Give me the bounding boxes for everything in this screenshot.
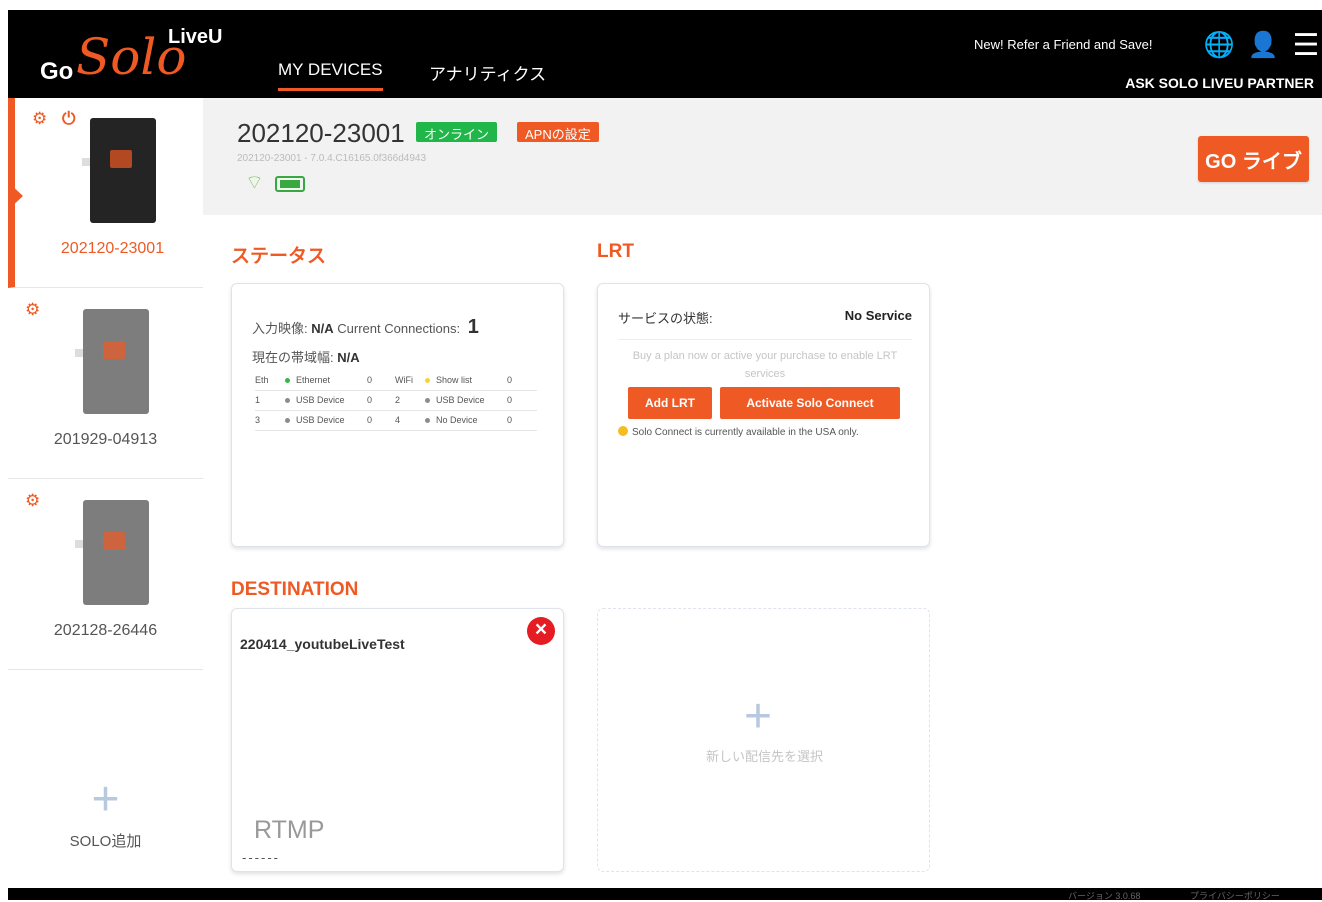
interface-name: USB Device [285,410,367,431]
destination-card[interactable]: 220414_youtubeLiveTest × RTMP ------ [231,608,564,872]
remove-destination-icon[interactable]: × [527,617,555,645]
add-solo-button[interactable]: + SOLO追加 [8,776,203,851]
page-footer: バージョン 3.0.68 プライバシーポリシー [8,888,1322,902]
status-section-title: ステータス [231,246,327,267]
table-row: 1 USB Device 0 2 USB Device 0 [255,390,537,411]
tab-my-devices[interactable]: MY DEVICES [278,60,383,91]
service-status-row: サービスの状態: No Service [618,308,912,327]
selected-device-title: 202120-23001 [237,118,405,148]
input-value: N/A [311,321,334,336]
new-destination-label: 新しい配信先を選択 [705,749,823,764]
table-row: Eth Ethernet 0 WiFi Show list 0 [255,370,537,391]
device-id: 202128-26446 [53,622,158,639]
interface-value: 0 [367,410,395,431]
interface-value: 0 [507,390,537,411]
bandwidth-value: N/A [337,350,360,365]
bandwidth-row: 現在の帯域幅: N/A [252,347,360,366]
logo-go-text: Go [40,58,74,85]
interface-name: USB Device [285,390,367,411]
device-status-icons: ⚙ [25,491,46,510]
selected-device-header: 202120-23001 オンライン APNの設定 202120-23001 -… [203,98,1322,215]
interface-key: WiFi [395,370,425,391]
divider [618,339,912,340]
device-id: 201929-04913 [53,431,158,448]
hamburger-menu-icon[interactable]: ☰ [1291,29,1321,62]
bandwidth-label: 現在の帯域幅: [252,350,334,365]
device-item-202128-26446[interactable]: ⚙ 202128-26446 [8,480,203,670]
interface-name: USB Device [425,390,507,411]
interface-key: 3 [255,410,285,431]
destination-protocol: RTMP [254,816,325,844]
device-item-201929-04913[interactable]: ⚙ 201929-04913 [8,289,203,479]
device-detail-panel: 202120-23001 オンライン APNの設定 202120-23001 -… [203,98,1322,888]
activate-solo-connect-button[interactable]: Activate Solo Connect [720,387,900,419]
lrt-help-text: Buy a plan now or active your purchase t… [632,350,898,380]
top-navigation-bar: Go Solo LiveU MY DEVICES アナリティクス New! Re… [8,10,1322,98]
battery-icon [275,176,305,192]
destination-name: 220414_youtubeLiveTest [240,636,405,652]
lrt-section-title: LRT [597,241,634,262]
device-status-icons: ⚙ [25,300,46,319]
gosolo-liveu-logo[interactable]: Go Solo LiveU [38,24,228,92]
refer-friend-link[interactable]: New! Refer a Friend and Save! [974,37,1152,52]
device-item-202120-23001[interactable]: ⚙ ⏻ 202120-23001 [8,98,203,288]
go-live-button[interactable]: GO ライブ [1198,136,1309,182]
plus-icon: + [91,773,120,826]
interface-value: 0 [507,410,537,431]
destination-status-dashes: ------ [242,850,280,865]
add-solo-label: SOLO追加 [69,833,142,850]
solo-device-image [82,118,156,223]
interface-name: Ethernet [285,370,367,391]
device-version-subtitle: 202120-23001 - 7.0.4.C16165.0f366d4943 [237,153,427,164]
wifi-show-list-link[interactable]: Show list [425,370,507,391]
interface-name: No Device [425,410,507,431]
interface-table: Eth Ethernet 0 WiFi Show list 0 1 USB De… [255,370,537,431]
service-status-value: No Service [844,308,912,323]
interface-key: 4 [395,410,425,431]
plus-icon: + [744,690,773,743]
online-status-badge: オンライン [416,122,498,142]
input-label: 入力映像: [252,321,308,336]
input-and-connections-row: 入力映像: N/A Current Connections: 1 [252,316,479,339]
new-destination-card[interactable]: + 新しい配信先を選択 [597,608,930,872]
interface-value: 0 [367,370,395,391]
wifi-signal-icon: ⌔ [245,172,264,194]
solo-device-image [75,309,149,414]
lrt-card: サービスの状態: No Service Buy a plan now or ac… [597,283,930,547]
device-id: 202120-23001 [60,240,165,257]
go-solo-app: Go Solo LiveU MY DEVICES アナリティクス New! Re… [8,10,1322,902]
interface-value: 0 [507,370,537,391]
interface-key: 2 [395,390,425,411]
interface-key: Eth [255,370,285,391]
interface-key: 1 [255,390,285,411]
connections-value: 1 [467,316,479,338]
table-row: 3 USB Device 0 4 No Device 0 [255,410,537,431]
interface-value: 0 [367,390,395,411]
destination-section-title: DESTINATION [231,579,359,600]
apn-settings-badge[interactable]: APNの設定 [517,122,599,142]
logo-liveu-text: LiveU [168,26,223,48]
privacy-policy-link[interactable]: プライバシーポリシー [1190,889,1280,902]
warning-icon [618,426,628,436]
solo-connect-notice: Solo Connect is currently available in t… [618,426,859,438]
ask-partner-link[interactable]: ASK SOLO LIVEU PARTNER [1125,75,1314,91]
solo-device-image [75,500,149,605]
globe-icon[interactable]: 🌐 [1203,30,1234,60]
tab-analytics[interactable]: アナリティクス [429,60,546,85]
device-sidebar: ⚙ ⏻ 202120-23001 ⚙ 201929-04913 ⚙ 202128… [8,98,203,888]
account-icon[interactable]: 👤 [1247,30,1278,60]
status-card: 入力映像: N/A Current Connections: 1 現在の帯域幅:… [231,283,564,547]
version-text: バージョン 3.0.68 [1068,891,1141,901]
active-device-pointer [8,182,23,210]
connections-label: Current Connections: [337,321,461,336]
add-lrt-button[interactable]: Add LRT [628,387,712,419]
device-status-icons: ⚙ ⏻ [32,109,81,128]
service-status-label: サービスの状態: [618,311,713,326]
